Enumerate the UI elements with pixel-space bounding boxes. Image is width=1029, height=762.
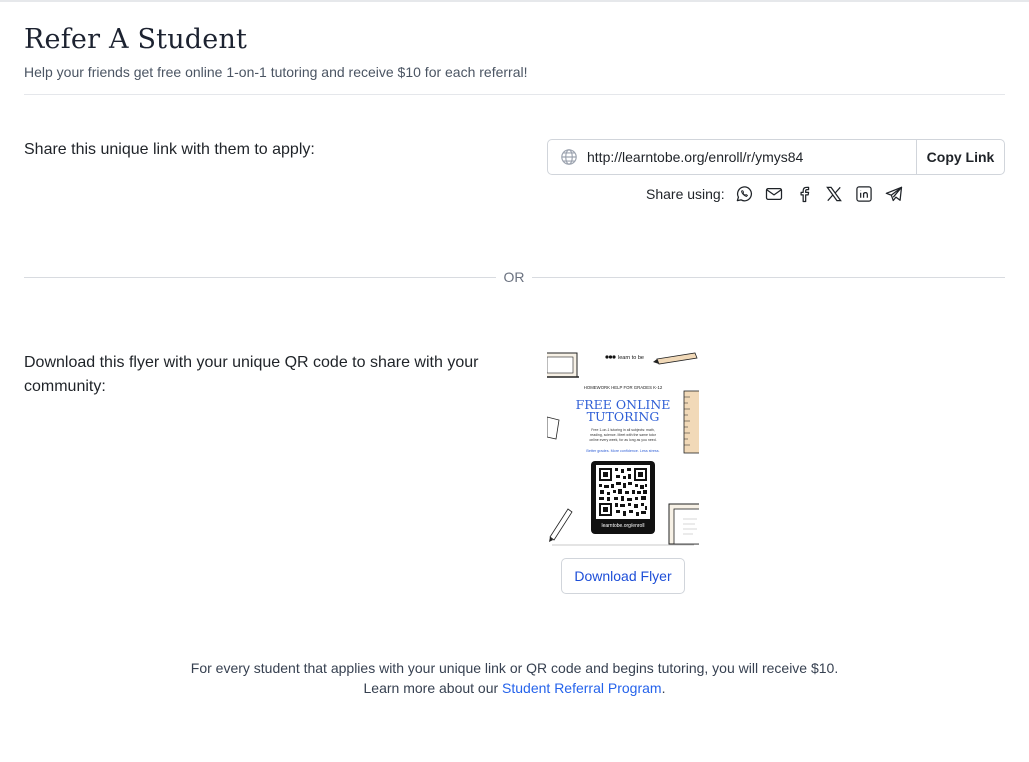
flyer-thumbnail: learn to be HOMEWORK HELP FOR GRADES K-1… (547, 351, 699, 548)
linkedin-icon[interactable] (854, 184, 874, 204)
flyer-brand-logo (605, 355, 616, 359)
footer-learn-more-prefix: Learn more about our (363, 680, 503, 696)
flyer-grades: HOMEWORK HELP FOR GRADES K-12 (584, 385, 663, 390)
share-using-label: Share using: (646, 186, 725, 202)
top-border (0, 0, 1029, 2)
flyer-headline-2: TUTORING (587, 409, 660, 424)
or-divider-left (24, 277, 496, 278)
copy-link-button[interactable]: Copy Link (916, 140, 1004, 174)
flyer-qr-url: learntobe.org/enroll (601, 523, 644, 529)
share-link-label: Share this unique link with them to appl… (24, 141, 315, 158)
flyer-tagline: Better grades. More confidence. Less str… (586, 449, 659, 453)
flyer-label: Download this flyer with your unique QR … (24, 354, 479, 395)
referral-link-text[interactable]: http://learntobe.org/enroll/r/ymys84 (587, 149, 916, 165)
referral-link-field: http://learntobe.org/enroll/r/ymys84 Cop… (547, 139, 1005, 175)
x-icon[interactable] (824, 184, 844, 204)
download-flyer-button[interactable]: Download Flyer (561, 558, 685, 594)
telegram-icon[interactable] (884, 184, 904, 204)
flyer-body-2: reading, science. Meet with the same tut… (590, 433, 657, 437)
page-title: Refer A Student (24, 24, 248, 55)
mail-icon[interactable] (764, 184, 784, 204)
flyer-brand: learn to be (618, 355, 644, 361)
or-label: OR (503, 269, 525, 285)
page-subtitle: Help your friends get free online 1-on-1… (24, 64, 528, 80)
header-divider (24, 94, 1005, 95)
flyer-body-1: Free 1-on-1 tutoring in all subjects: ma… (591, 428, 655, 432)
footer-info: For every student that applies with your… (190, 660, 839, 676)
footer-learn-more: Learn more about our Student Referral Pr… (0, 680, 1029, 696)
student-referral-program-link[interactable]: Student Referral Program (502, 680, 662, 696)
globe-icon (560, 148, 578, 166)
share-using-row: Share using: (646, 184, 914, 204)
footer-learn-more-suffix: . (661, 680, 666, 696)
or-divider-right (532, 277, 1005, 278)
facebook-icon[interactable] (794, 184, 814, 204)
flyer-body-3: online every week, for as long as you ne… (589, 438, 656, 442)
whatsapp-icon[interactable] (734, 184, 754, 204)
